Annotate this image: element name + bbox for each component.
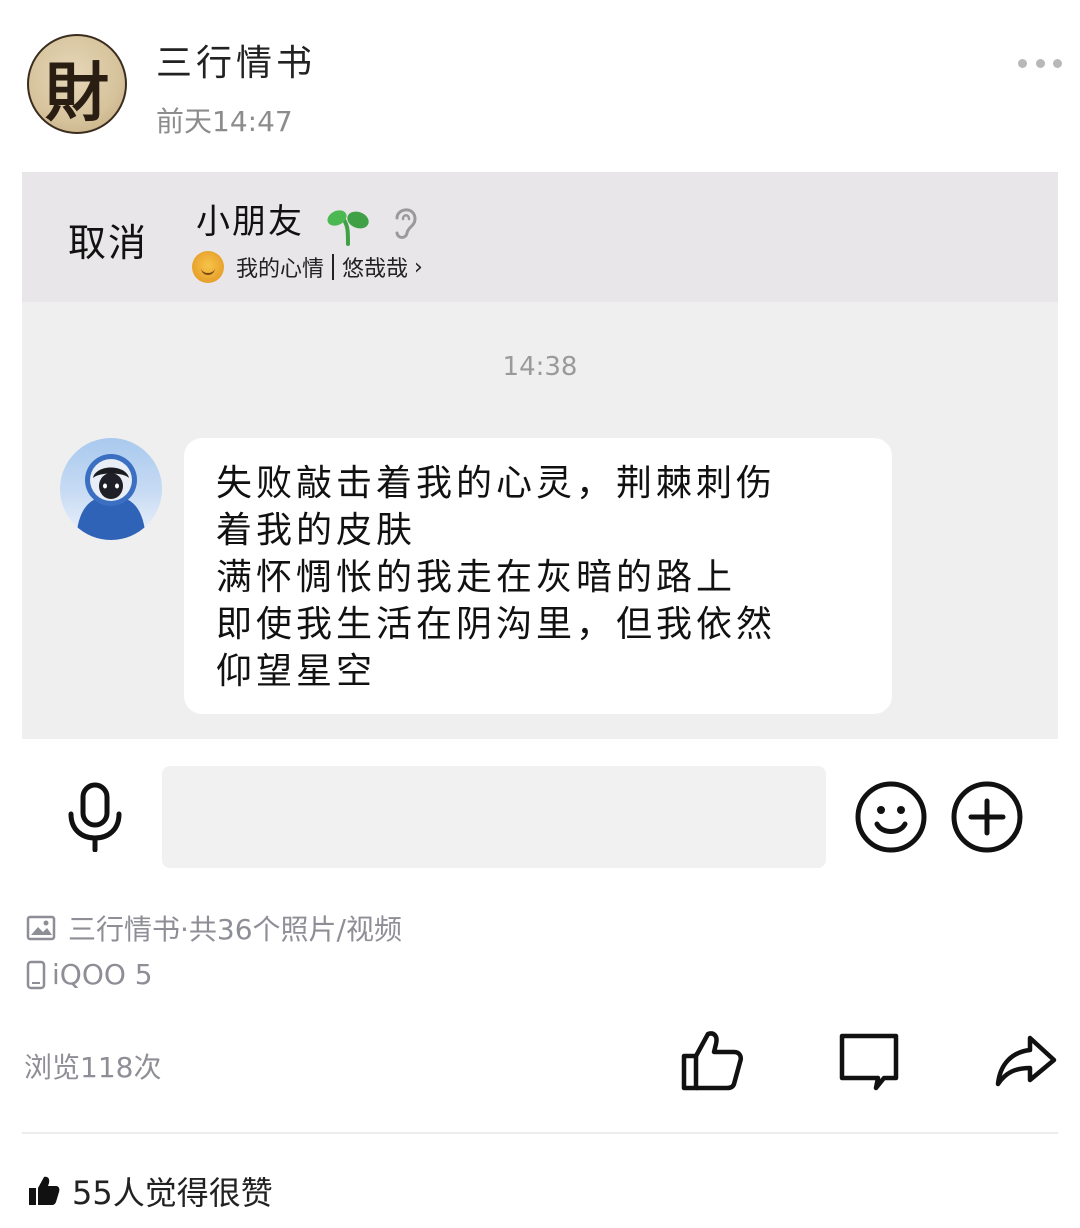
message-line: 着我的皮肤 — [216, 510, 417, 551]
likes-text: 55人觉得很赞 — [72, 1174, 273, 1212]
cancel-button[interactable]: 取消 — [68, 212, 148, 267]
message-bubble[interactable]: 失败敲击着我的心灵，荆棘刺伤 着我的皮肤 满怀惆怅的我走在灰暗的路上 即使我生活… — [184, 438, 892, 714]
phone-icon — [26, 960, 46, 989]
divider — [22, 1132, 1058, 1134]
hooded-figure-icon — [76, 454, 146, 540]
device-text: iQOO 5 — [52, 958, 153, 991]
plus-icon[interactable] — [950, 780, 1024, 854]
album-link[interactable]: 三行情书·共36个照片/视频 — [26, 908, 402, 948]
author-name[interactable]: 三行情书 — [156, 34, 316, 86]
microphone-icon[interactable] — [64, 782, 126, 852]
sender-avatar[interactable] — [60, 438, 162, 540]
author-avatar[interactable]: 財 — [27, 34, 127, 134]
chevron-right-icon: › — [414, 254, 423, 280]
chat-timestamp: 14:38 — [502, 352, 578, 382]
avatar-glyph: 財 — [45, 56, 109, 131]
more-icon[interactable] — [1018, 52, 1062, 74]
likes-summary[interactable]: 55人觉得很赞 — [28, 1168, 273, 1214]
message-line: 失败敲击着我的心灵，荆棘刺伤 — [216, 463, 777, 504]
photo-icon — [26, 915, 56, 941]
thumbs-up-filled-icon — [29, 1176, 60, 1205]
comment-icon[interactable] — [834, 1026, 904, 1096]
mood-label: 我的心情 — [236, 257, 325, 282]
ear-icon — [395, 208, 417, 239]
post-header: 財 三行情书 前天14:47 — [0, 0, 1080, 160]
mood-smiley-icon — [192, 251, 224, 283]
thumbs-up-icon[interactable] — [678, 1026, 748, 1096]
mood-status[interactable]: 我的心情 悠哉哉 › — [192, 250, 423, 284]
device-info: iQOO 5 — [26, 958, 153, 991]
chat-topbar: 取消 小朋友 我的心情 悠哉哉 › — [22, 172, 1058, 302]
message-input[interactable] — [162, 766, 826, 868]
share-icon[interactable] — [992, 1026, 1062, 1096]
message-line: 仰望星空 — [216, 651, 377, 692]
post-time: 前天14:47 — [156, 105, 293, 138]
mood-divider — [332, 254, 335, 280]
contact-name: 小朋友 — [196, 202, 304, 242]
chat-screenshot: 取消 小朋友 我的心情 悠哉哉 › 14:38 失败敲击着我的心灵，荆棘刺伤 着… — [22, 172, 1058, 739]
mood-value: 悠哉哉 — [342, 257, 409, 282]
view-count: 浏览118次 — [24, 1051, 162, 1084]
message-line: 满怀惆怅的我走在灰暗的路上 — [216, 557, 737, 598]
message-line: 即使我生活在阴沟里，但我依然 — [216, 604, 777, 645]
smiley-icon[interactable] — [854, 780, 928, 854]
composer-bar — [0, 740, 1080, 890]
sprout-icon — [327, 210, 369, 246]
album-text: 三行情书·共36个照片/视频 — [68, 913, 402, 946]
